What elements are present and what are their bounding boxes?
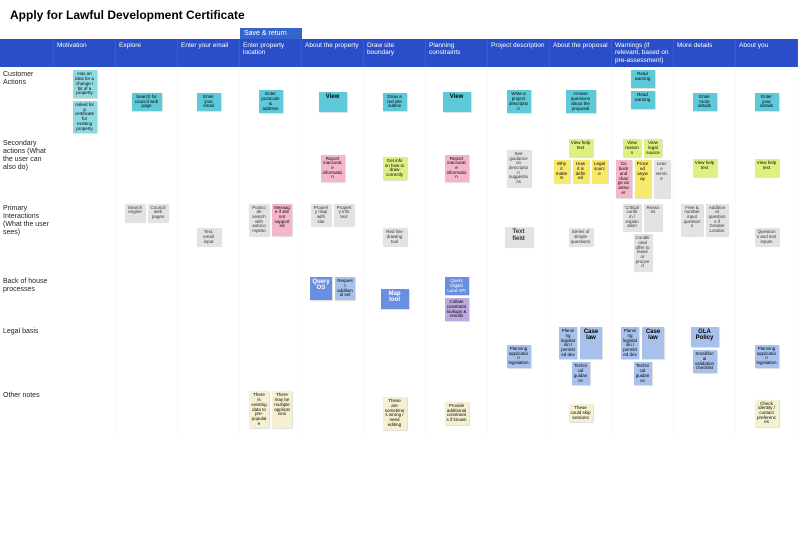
col-head-draw-boundary: Draw site boundary	[364, 39, 426, 67]
sticky-note[interactable]: Get info on how to draw correctly	[383, 157, 407, 180]
row-label-backhouse: Back of house processes	[0, 274, 54, 324]
sticky-note[interactable]: Conditional offer to leave or proceed	[634, 234, 652, 271]
col-head-about-property: About the property	[302, 39, 364, 67]
sticky-note[interactable]: Read warning	[631, 70, 655, 88]
sticky-note[interactable]: Reasons	[644, 204, 662, 232]
row-label-legal: Legal basis	[0, 324, 54, 388]
sticky-note[interactable]: Report inaccurate information	[445, 155, 469, 183]
sticky-note[interactable]: View help text	[755, 159, 779, 177]
sticky-note[interactable]: Additional questions if Greater London	[706, 204, 728, 236]
col-head-about-you: About you	[736, 39, 798, 67]
col-head-about-proposal: About the proposal	[550, 39, 612, 67]
sticky-note[interactable]: Planning legislation / permitted dev	[559, 327, 577, 359]
sticky-note[interactable]: Series of simple questions	[569, 228, 593, 246]
sticky-note[interactable]: Has an idea for a change / bit of a prop…	[73, 70, 97, 98]
sticky-note[interactable]: Questions and text inputs	[755, 228, 779, 246]
sticky-note[interactable]: Provide additional constraints if known	[445, 402, 469, 425]
sticky-note[interactable]: Query OS	[310, 277, 332, 300]
sticky-note[interactable]: These could skip sections	[569, 404, 593, 422]
sticky-note[interactable]: Small/local validation checklist	[693, 350, 717, 373]
row-label-other: Other notes	[0, 388, 54, 438]
sticky-note[interactable]: Planning legislation / permitted dev	[621, 327, 639, 359]
col-head-warnings: Warnings (if relevant, based on pre-asse…	[612, 39, 674, 67]
row-label-primary: Primary Interactions (What the user sees…	[0, 201, 54, 275]
sticky-note[interactable]: Request additional set	[335, 277, 355, 300]
sticky-note[interactable]: Text field	[505, 227, 533, 247]
sticky-note[interactable]: Case law	[580, 327, 602, 359]
row-label-customer: Customer Actions	[0, 67, 54, 136]
sticky-note[interactable]: See guidance on description suggestions	[507, 150, 531, 187]
sticky-note[interactable]: Collate constraint lookups & results	[445, 298, 469, 321]
sticky-note[interactable]: Case law	[642, 327, 664, 359]
sticky-note[interactable]: Enter more details	[693, 93, 717, 111]
sticky-note[interactable]: Technical guidance	[634, 362, 652, 385]
col-head-explore: Explore	[116, 39, 178, 67]
col-head-planning-constraints: Planning constraints	[426, 39, 488, 67]
sticky-note[interactable]: Go back and change an answer	[616, 160, 632, 197]
sticky-note[interactable]: These are sometimes wrong / need editing	[383, 397, 407, 429]
sticky-note[interactable]: Query Digital Land API	[445, 277, 469, 295]
sticky-note[interactable]: Enter your email	[197, 93, 221, 111]
col-head-more-details: More details	[674, 39, 736, 67]
sticky-note[interactable]: Map tool	[381, 289, 409, 309]
sticky-note[interactable]: View	[443, 92, 471, 112]
sticky-note[interactable]: Message if site not supported	[272, 204, 292, 236]
sticky-note[interactable]: Technical guidance	[572, 362, 590, 385]
sticky-note[interactable]: View reasons	[623, 139, 641, 157]
col-head-project-description: Project description	[488, 39, 550, 67]
sticky-note[interactable]: Why it matters	[554, 160, 570, 183]
sticky-note[interactable]: Answer questions about the proposal	[566, 90, 596, 113]
sticky-note[interactable]: Enter your details	[755, 93, 779, 111]
sticky-note[interactable]: Planning application legislation	[507, 345, 531, 368]
sticky-note[interactable]: Enter postcode & address	[259, 90, 283, 113]
row-label-secondary: Secondary actions (What the user can als…	[0, 136, 54, 200]
sticky-note[interactable]: View legal source	[644, 139, 662, 157]
col-head-motivation: Motivation	[54, 39, 116, 67]
sticky-note[interactable]: Proceed anyway	[635, 160, 651, 197]
sticky-note[interactable]: Red line drawing tool	[383, 228, 407, 246]
sticky-note[interactable]: How it is defined	[573, 160, 589, 183]
sticky-note[interactable]: Report inaccurate information	[321, 155, 345, 183]
sticky-note[interactable]: Asked for a certificate for existing pro…	[73, 101, 97, 133]
sticky-note[interactable]: Property info text	[334, 204, 354, 227]
col-head-empty	[0, 39, 54, 67]
sticky-note[interactable]: Leave service	[654, 160, 670, 197]
sticky-note[interactable]: Planning application legislation	[755, 345, 779, 368]
sticky-note[interactable]: Council web pages	[148, 204, 168, 222]
sticky-note[interactable]: GLA Policy	[691, 327, 719, 347]
sticky-note[interactable]: View help text	[569, 139, 593, 157]
sticky-note[interactable]: Critical confirm / explanation	[623, 204, 641, 232]
page-title: Apply for Lawful Development Certificate	[0, 0, 800, 28]
sticky-note[interactable]: Read warning	[631, 91, 655, 109]
sticky-note[interactable]: Postcode search with autocomplete	[249, 204, 269, 236]
sticky-note[interactable]: Search engine	[125, 204, 145, 222]
journey-map-grid: Save & return Motivation Explore Enter y…	[0, 28, 800, 438]
col-head-email: Enter your email	[178, 39, 240, 67]
save-return-banner: Save & return	[240, 28, 302, 39]
sticky-note[interactable]: View	[319, 92, 347, 112]
sticky-note[interactable]: Property map with site	[311, 204, 331, 227]
sticky-note[interactable]: Text, email input	[197, 228, 221, 246]
sticky-note[interactable]: View help text	[693, 159, 717, 177]
sticky-note[interactable]: There is existing data to pre-populate	[249, 391, 269, 428]
sticky-note[interactable]: There may be multiple applications	[272, 391, 292, 428]
col-head-location: Enter property location	[240, 39, 302, 67]
sticky-note[interactable]: Legal source	[592, 160, 608, 183]
sticky-note[interactable]: Free & number input questions	[681, 204, 703, 236]
sticky-note[interactable]: Write a project description	[507, 90, 531, 113]
sticky-note[interactable]: Check identity / contact preferences	[755, 400, 779, 428]
sticky-note[interactable]: Search for council web page	[132, 93, 162, 111]
sticky-note[interactable]: Draw a red site outline	[383, 93, 407, 111]
